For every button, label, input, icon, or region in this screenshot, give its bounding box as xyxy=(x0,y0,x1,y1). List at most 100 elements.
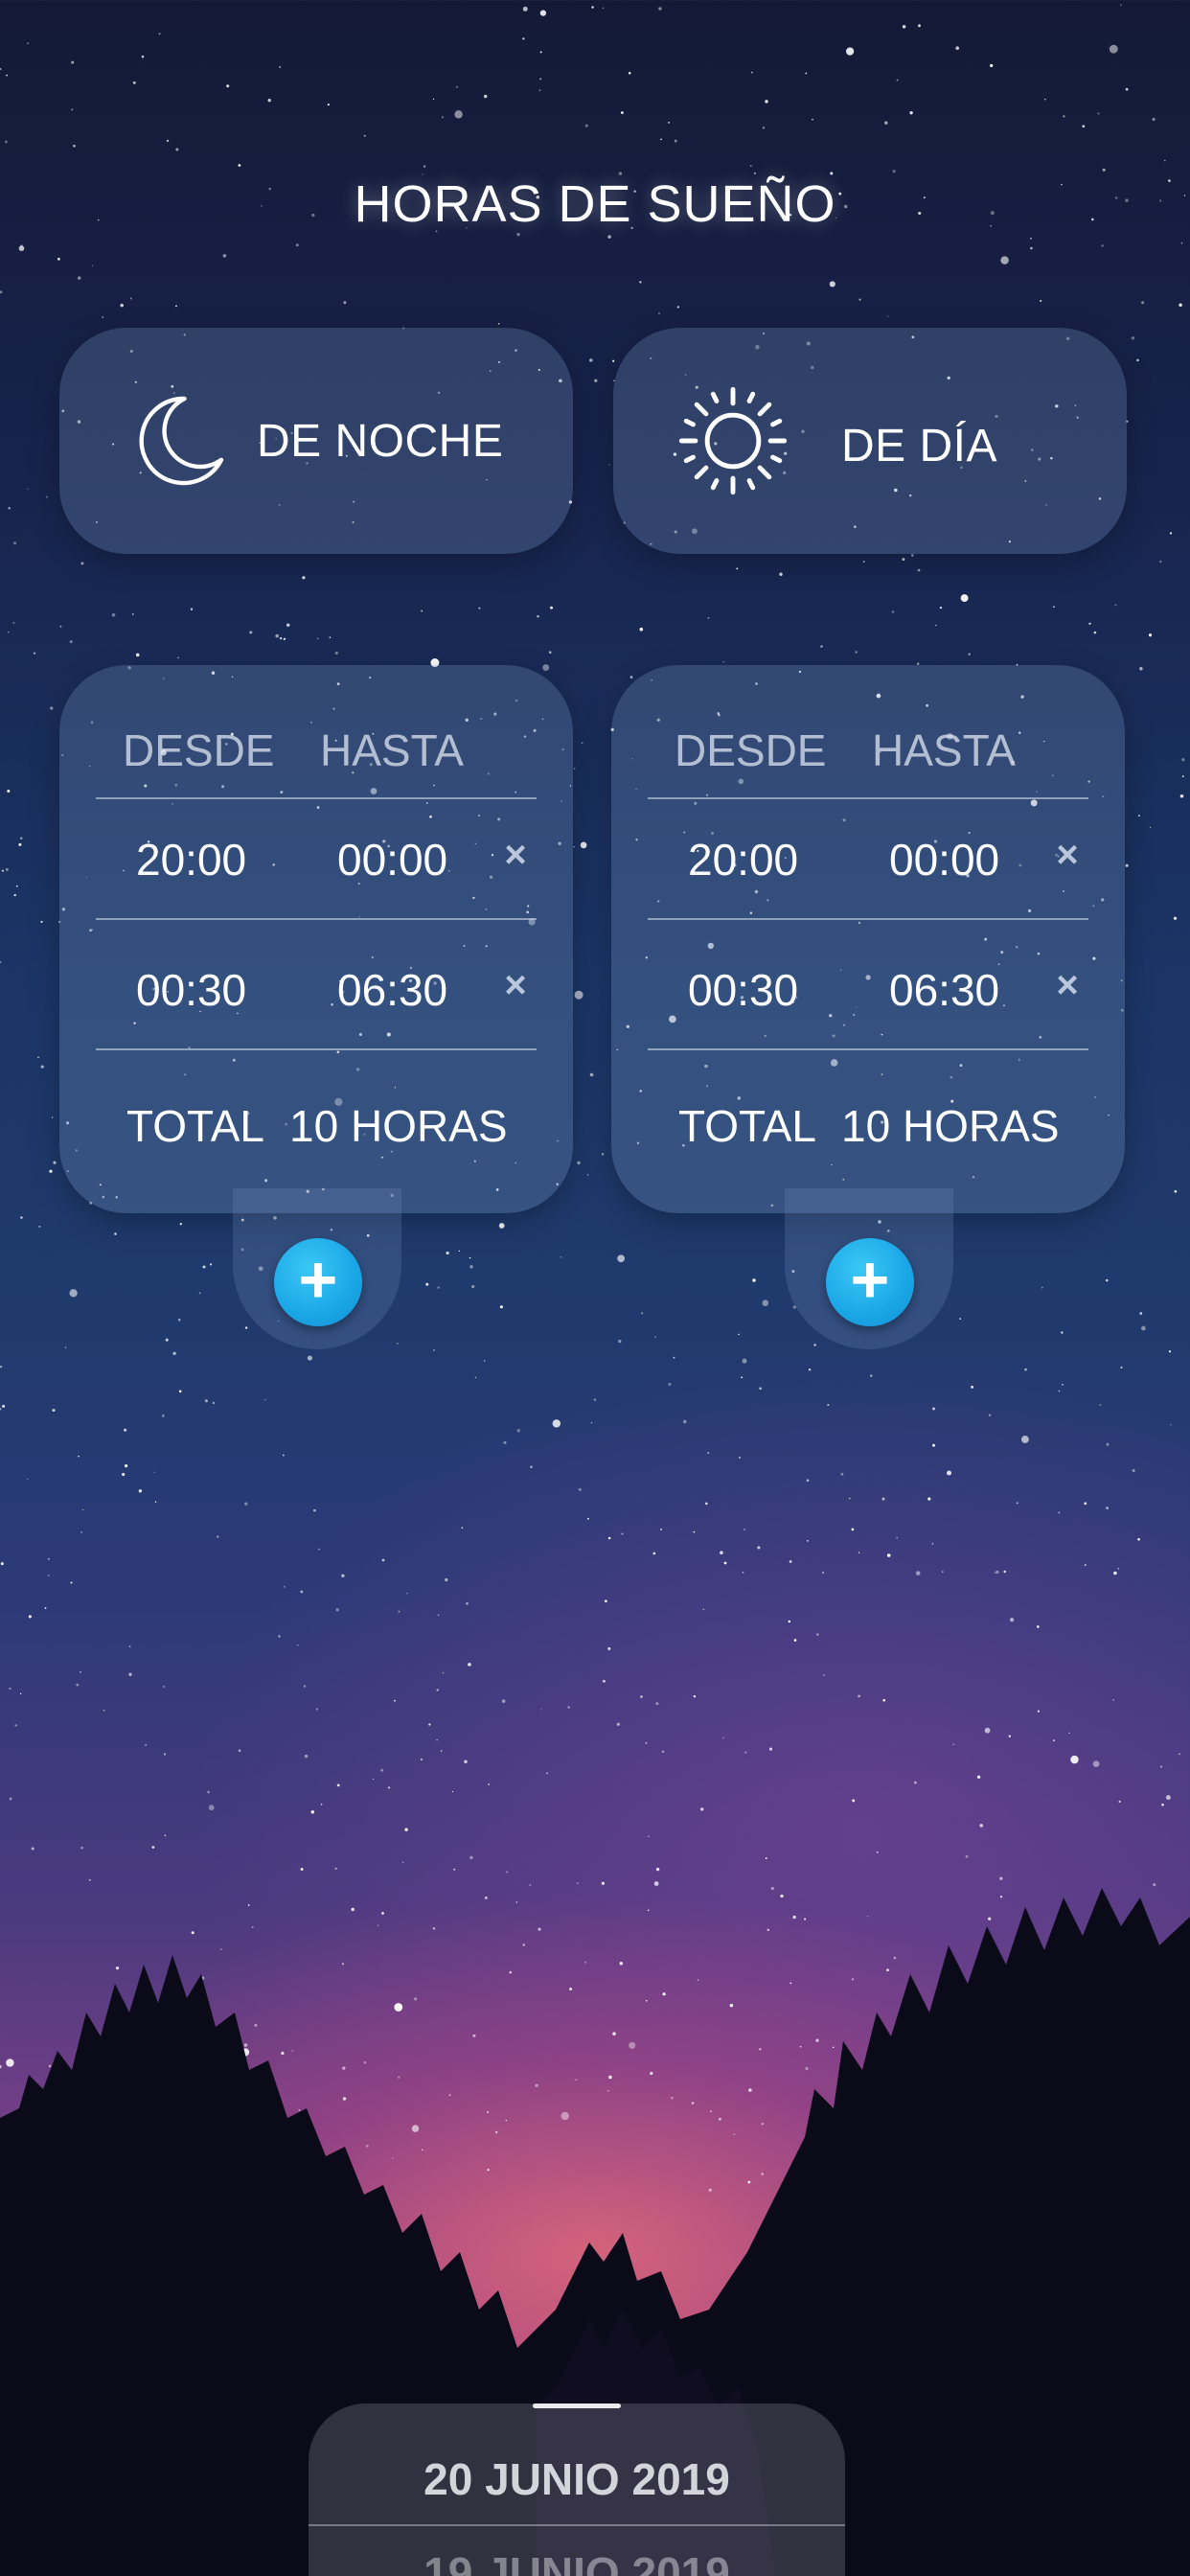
schedule-row[interactable]: 00:30 06:30 × xyxy=(611,964,1125,1041)
star xyxy=(617,1254,625,1263)
star xyxy=(207,1790,210,1794)
time-from[interactable]: 20:00 xyxy=(688,834,798,886)
star xyxy=(363,134,366,137)
star xyxy=(621,1532,624,1535)
star xyxy=(1082,125,1086,128)
time-to[interactable]: 00:00 xyxy=(889,834,999,886)
star xyxy=(217,1535,219,1538)
star xyxy=(303,1685,307,1688)
time-to[interactable]: 06:30 xyxy=(337,964,447,1016)
drag-handle[interactable] xyxy=(533,2404,621,2408)
star xyxy=(855,651,858,654)
star xyxy=(295,243,299,247)
star xyxy=(428,1723,431,1726)
star xyxy=(840,1472,844,1476)
star xyxy=(286,623,290,627)
star xyxy=(744,1751,747,1754)
star xyxy=(406,1592,408,1595)
add-night-interval-button[interactable]: + xyxy=(274,1238,362,1326)
star xyxy=(27,42,29,44)
time-from[interactable]: 20:00 xyxy=(136,834,246,886)
star xyxy=(177,656,179,658)
star xyxy=(762,1300,769,1306)
star xyxy=(52,1408,56,1413)
time-to[interactable]: 00:00 xyxy=(337,834,447,886)
star xyxy=(851,1528,855,1531)
star xyxy=(151,1846,155,1849)
next-date[interactable]: 19 JUNIO 2019 xyxy=(309,2547,845,2576)
star xyxy=(881,1497,885,1501)
star xyxy=(870,1374,873,1377)
star xyxy=(77,276,81,280)
star xyxy=(1068,1732,1070,1735)
remove-row-icon[interactable]: × xyxy=(1048,966,1087,1004)
star xyxy=(300,1590,304,1594)
star xyxy=(1009,1618,1015,1622)
schedule-row[interactable]: 20:00 00:00 × xyxy=(611,834,1125,910)
remove-row-icon[interactable]: × xyxy=(496,836,535,874)
star xyxy=(464,1760,468,1764)
star xyxy=(1092,1760,1100,1767)
star xyxy=(1141,1325,1146,1331)
day-mode-button[interactable]: DE DÍA xyxy=(613,328,1127,554)
star xyxy=(282,1454,285,1457)
star xyxy=(765,1857,767,1860)
day-mode-label: DE DÍA xyxy=(841,420,998,472)
star xyxy=(607,1536,611,1540)
star xyxy=(1106,1506,1109,1509)
star xyxy=(404,1828,408,1831)
star xyxy=(607,1646,611,1650)
star xyxy=(145,1743,148,1746)
star xyxy=(128,1672,132,1676)
star xyxy=(765,100,768,104)
selected-date[interactable]: 20 JUNIO 2019 xyxy=(309,2453,845,2505)
star xyxy=(175,148,179,151)
star xyxy=(1139,667,1143,671)
date-picker-sheet[interactable]: 20 JUNIO 2019 19 JUNIO 2019 xyxy=(309,2404,845,2576)
star xyxy=(19,1692,22,1694)
star xyxy=(310,1809,315,1814)
star xyxy=(1141,301,1145,305)
star xyxy=(451,1790,454,1793)
star xyxy=(605,1599,607,1603)
time-from[interactable]: 00:30 xyxy=(688,964,798,1016)
schedule-row[interactable]: 00:30 06:30 × xyxy=(59,964,573,1041)
star xyxy=(915,1571,921,1576)
star xyxy=(78,1455,80,1458)
header-from: DESDE xyxy=(123,725,275,775)
star xyxy=(931,1543,934,1545)
night-mode-button[interactable]: DE NOCHE xyxy=(59,328,573,554)
star xyxy=(469,1855,473,1860)
star xyxy=(1180,242,1183,244)
star xyxy=(616,1722,620,1726)
star xyxy=(177,1318,181,1322)
star xyxy=(267,99,271,103)
add-day-interval-button[interactable]: + xyxy=(826,1238,914,1326)
star xyxy=(0,1562,4,1566)
star xyxy=(1024,1368,1027,1371)
time-from[interactable]: 00:30 xyxy=(136,964,246,1016)
star xyxy=(2,1404,6,1408)
total-value: 10 HORAS xyxy=(841,1101,1060,1151)
star xyxy=(40,1065,44,1069)
star xyxy=(488,1782,491,1785)
star xyxy=(50,706,54,710)
star xyxy=(70,1581,73,1584)
remove-row-icon[interactable]: × xyxy=(1048,836,1087,874)
star xyxy=(793,1639,797,1642)
star xyxy=(204,1399,208,1403)
star xyxy=(313,1508,316,1512)
star xyxy=(762,126,766,129)
star xyxy=(550,606,553,610)
star xyxy=(612,359,615,362)
star xyxy=(648,1835,650,1838)
star xyxy=(27,488,29,490)
time-to[interactable]: 06:30 xyxy=(889,964,999,1016)
star xyxy=(722,661,724,663)
star xyxy=(0,1366,3,1368)
star xyxy=(820,645,823,648)
star xyxy=(163,1686,165,1688)
schedule-row[interactable]: 20:00 00:00 × xyxy=(59,834,573,910)
star xyxy=(1131,336,1135,340)
remove-row-icon[interactable]: × xyxy=(496,966,535,1004)
